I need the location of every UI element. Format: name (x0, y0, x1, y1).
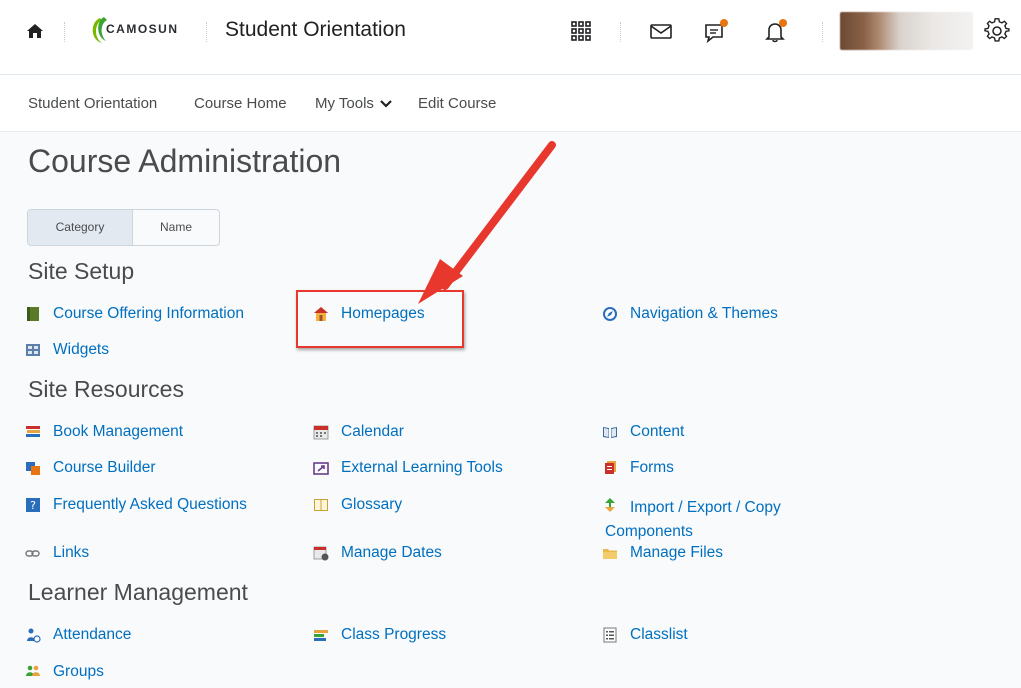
mail-icon[interactable] (648, 18, 674, 44)
chat-icon[interactable] (703, 18, 729, 44)
nav-edit-course[interactable]: Edit Course (418, 95, 496, 112)
tool-label-continued: Components (605, 523, 693, 540)
section-title-learner-management: Learner Management (28, 579, 248, 605)
separator (620, 22, 621, 42)
tool-label: External Learning Tools (341, 459, 503, 476)
tool-widgets[interactable]: Widgets (26, 341, 109, 359)
chevron-down-icon (380, 100, 392, 108)
page-title: Course Administration (28, 143, 342, 179)
settings-icon[interactable] (984, 18, 1010, 44)
tool-import-export-copy[interactable]: Import / Export / Copy Components (605, 496, 781, 544)
tool-calendar[interactable]: Calendar (313, 423, 404, 441)
section-title-site-resources: Site Resources (28, 376, 184, 402)
tool-label: Groups (53, 663, 104, 680)
nav-my-tools[interactable]: My Tools (315, 95, 392, 112)
tool-label: Course Builder (53, 459, 156, 476)
import-export-icon (605, 498, 615, 512)
tool-label: Content (630, 423, 685, 440)
tool-label: Attendance (53, 626, 132, 643)
tool-attendance[interactable]: Attendance (27, 626, 132, 644)
tool-frequently-asked-questions[interactable]: ? Frequently Asked Questions (26, 496, 247, 514)
folder-icon (603, 549, 617, 559)
attendance-icon (27, 628, 41, 643)
glossary-icon (314, 499, 328, 511)
logo-text: CAMOSUN (106, 22, 179, 36)
tool-label: Manage Files (630, 544, 724, 561)
manage-dates-icon (313, 546, 329, 561)
avatar[interactable] (840, 12, 973, 50)
home-icon[interactable] (24, 20, 46, 42)
tool-label: Manage Dates (341, 544, 442, 561)
book-icon (27, 307, 39, 321)
top-bar: CAMOSUN Student Orientation (0, 0, 1021, 75)
separator (822, 22, 823, 42)
tool-book-management[interactable]: Book Management (26, 423, 184, 441)
tool-links[interactable]: Links (25, 544, 90, 562)
separator (64, 22, 65, 42)
tool-label: Frequently Asked Questions (53, 496, 247, 513)
app-grid-icon[interactable] (568, 18, 594, 44)
tool-manage-files[interactable]: Manage Files (603, 544, 724, 562)
tool-classlist[interactable]: Classlist (603, 626, 688, 644)
site-title[interactable]: Student Orientation (225, 18, 406, 42)
svg-text:?: ? (30, 499, 36, 512)
nav-student-orientation[interactable]: Student Orientation (28, 95, 157, 112)
tool-class-progress[interactable]: Class Progress (314, 626, 447, 644)
classlist-icon (603, 627, 617, 643)
faq-icon: ? (26, 498, 40, 512)
widgets-icon (26, 344, 40, 356)
link-icon (25, 550, 40, 557)
separator (206, 22, 207, 42)
class-progress-icon (314, 630, 328, 641)
tool-label: Course Offering Information (53, 305, 244, 322)
annotation-highlight-box (296, 290, 464, 348)
view-toggle: Category Name (27, 209, 220, 246)
groups-icon (26, 665, 40, 676)
nav-my-tools-label: My Tools (315, 95, 374, 112)
books-icon (26, 426, 40, 437)
compass-icon (603, 307, 617, 321)
forms-icon (605, 461, 616, 474)
tool-label: Forms (630, 459, 674, 476)
bell-icon[interactable] (763, 18, 789, 44)
nav-course-home[interactable]: Course Home (194, 95, 287, 112)
tool-label: Links (53, 544, 90, 561)
tool-label: Navigation & Themes (630, 305, 778, 322)
calendar-icon (313, 425, 329, 440)
course-builder-icon (26, 462, 40, 475)
tool-navigation-themes[interactable]: Navigation & Themes (603, 305, 778, 323)
tool-label: Widgets (53, 341, 109, 358)
tool-external-learning-tools[interactable]: External Learning Tools (313, 459, 503, 477)
tool-forms[interactable]: Forms (605, 459, 674, 477)
tool-label: Book Management (53, 423, 184, 440)
toggle-category[interactable]: Category (28, 210, 133, 245)
tool-content[interactable]: Content (603, 423, 685, 441)
tool-label: Class Progress (341, 626, 447, 643)
section-title-site-setup: Site Setup (28, 258, 135, 284)
toggle-name[interactable]: Name (133, 210, 219, 245)
tool-label: Classlist (630, 626, 688, 643)
tool-glossary[interactable]: Glossary (314, 496, 403, 514)
tool-course-builder[interactable]: Course Builder (26, 459, 156, 477)
open-book-icon (603, 427, 617, 438)
tool-manage-dates[interactable]: Manage Dates (313, 544, 442, 562)
tool-label: Calendar (341, 423, 404, 440)
tool-label: Glossary (341, 496, 403, 513)
tool-course-offering-information[interactable]: Course Offering Information (27, 305, 244, 323)
tool-label: Import / Export / Copy (630, 499, 781, 516)
tool-groups[interactable]: Groups (26, 663, 104, 681)
external-tool-icon (313, 462, 329, 475)
course-nav-bar: Student Orientation Course Home My Tools… (0, 75, 1021, 132)
